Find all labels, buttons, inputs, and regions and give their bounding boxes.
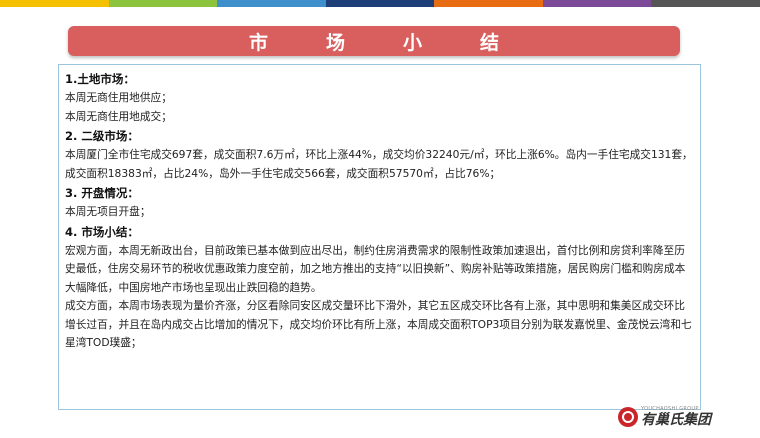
deal-summary-text: 成交方面，本周市场表现为量价齐涨，分区看除同安区成交量环比下滑外，其它五区成交环… xyxy=(65,299,692,349)
page-title: 市场小结 xyxy=(248,31,557,54)
brand-circle-icon xyxy=(618,407,638,427)
land-supply-text: 本周无商住用地供应； xyxy=(65,91,172,104)
section-heading-summary: 4. 市场小结： xyxy=(65,224,139,239)
macro-summary-text: 宏观方面，本周无新政出台，目前政策已基本做到应出尽出，制约住房消费需求的限制性政… xyxy=(65,243,686,294)
openings-text: 本周无项目开盘； xyxy=(65,205,151,218)
top-bar-segment-4 xyxy=(325,0,435,7)
top-color-bar xyxy=(0,0,760,7)
logo-chinese-text: 有巢氏集团 xyxy=(641,412,711,428)
section-heading-openings: 3. 开盘情况： xyxy=(65,186,139,200)
land-deal-text: 本周无商住用地成交； xyxy=(65,109,172,123)
top-bar-segment-1 xyxy=(0,0,109,7)
top-bar-segment-5 xyxy=(434,0,543,7)
top-bar-segment-3 xyxy=(217,0,326,7)
company-logo: YOUCHAOSHI GROUP 有巢氏集团 xyxy=(618,402,711,432)
content-box: 1.土地市场： 本周无商住用地供应； 本周无商住用地成交； 2. 二级市场： 本… xyxy=(58,64,701,410)
secondary-market-text: 本周厦门全市住宅成交697套，成交面积7.6万㎡，环比上涨44%，成交均价322… xyxy=(65,148,693,180)
top-bar-segment-2 xyxy=(108,0,218,7)
section-heading-secondary: 2. 二级市场： xyxy=(65,129,139,143)
top-bar-segment-7 xyxy=(651,0,760,7)
top-bar-segment-6 xyxy=(542,0,652,7)
title-banner: 市场小结 xyxy=(68,26,680,56)
section-heading-land: 1.土地市场： xyxy=(65,72,135,86)
